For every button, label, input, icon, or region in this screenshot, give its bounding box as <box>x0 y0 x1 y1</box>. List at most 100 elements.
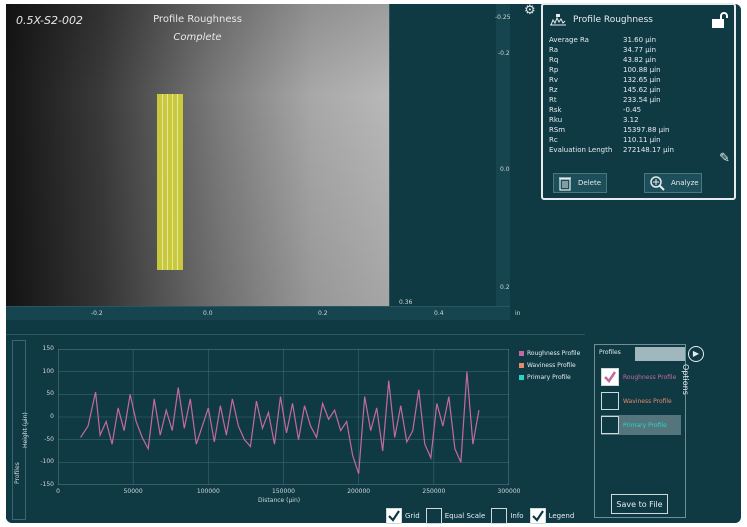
metric-value: 110.11 µin <box>623 136 661 144</box>
metric-key: RSm <box>549 126 566 134</box>
analyze-button[interactable]: Analyze <box>644 173 702 193</box>
metric-key: Rt <box>549 96 557 104</box>
toggle-info[interactable]: Info <box>491 508 524 524</box>
options-label[interactable]: Options <box>681 364 690 395</box>
x-axis-label: Distance (µin) <box>258 497 301 504</box>
legend-item: Roughness Profile <box>519 347 580 359</box>
viewport-title: Profile Roughness <box>153 14 242 25</box>
metric-value: 34.77 µin <box>623 46 657 54</box>
metric-row: Rv 132.65 µin <box>549 75 674 85</box>
legend-swatch <box>519 350 524 356</box>
y-tick-label: 150 <box>42 345 54 352</box>
profiles-tab[interactable]: Profiles <box>599 349 621 356</box>
delete-button-label: Delete <box>578 179 601 187</box>
metric-key: Evaluation Length <box>549 146 613 154</box>
profile-tool-icon <box>550 14 566 26</box>
metric-value: 233.54 µin <box>623 96 661 104</box>
hscale-tick: 0.4 <box>434 310 444 317</box>
metric-key: Rq <box>549 56 559 64</box>
scale-corner-value: 0.36 <box>399 299 413 306</box>
hscale-unit: in <box>515 310 521 317</box>
checkbox[interactable] <box>529 508 546 524</box>
side-profile-strip <box>389 4 510 306</box>
toggle-equal-scale[interactable]: Equal Scale <box>425 508 486 524</box>
legend-label: Waviness Profile <box>527 361 576 369</box>
options-expand-icon[interactable]: ▶ <box>688 346 704 362</box>
roughness-info-panel: Profile Roughness Average Ra 31.60 µin Ra 3… <box>541 3 736 200</box>
x-tick-label: 100000 <box>196 488 220 495</box>
metric-row: Ra 34.77 µin <box>549 45 674 55</box>
info-panel-title: Profile Roughness <box>573 15 653 25</box>
legend-label: Roughness Profile <box>527 349 581 357</box>
analyze-button-label: Analyze <box>671 179 699 187</box>
x-tick-label: 200000 <box>347 488 371 495</box>
pencil-icon[interactable]: ✎ <box>719 151 730 166</box>
options-panel: Profiles Roughness Profile Waviness Profi… <box>594 344 686 518</box>
toggle-grid[interactable]: Grid <box>386 508 420 524</box>
vscale-tick: 0.2 <box>500 284 510 291</box>
metric-value: 3.12 <box>623 116 639 124</box>
checkbox[interactable] <box>601 368 619 386</box>
metric-value: 145.62 µin <box>623 86 661 94</box>
y-axis-label: Height (µin) <box>22 412 29 448</box>
y-tick-label: 100 <box>42 367 54 375</box>
legend-item: Waviness Profile <box>519 359 580 371</box>
metric-value: 43.82 µin <box>623 56 657 64</box>
profiles-side-tab-label: Profiles <box>14 462 21 484</box>
vscale-tick: 0.0 <box>500 166 510 173</box>
x-tick-label: 250000 <box>422 488 446 495</box>
profile-toggle-primary[interactable]: Primary Profile <box>601 415 681 435</box>
legend-swatch <box>519 374 524 380</box>
y-tick-label: -100 <box>40 458 54 466</box>
metric-key: Ra <box>549 46 558 54</box>
legend-item: Primary Profile <box>519 371 580 383</box>
metric-key: Rku <box>549 116 563 124</box>
series-line-roughness <box>80 371 480 474</box>
profile-toggle-waviness[interactable]: Waviness Profile <box>601 391 681 411</box>
checkbox-label: Equal Scale <box>444 512 486 520</box>
checkbox[interactable] <box>601 392 619 410</box>
legend-label: Primary Profile <box>527 373 571 381</box>
profile-toggle-label: Waviness Profile <box>623 397 672 405</box>
checkbox-label: Info <box>510 512 524 520</box>
metric-key: Average Ra <box>549 36 589 44</box>
checkbox[interactable] <box>425 508 442 524</box>
y-tick-label: 50 <box>46 390 54 398</box>
x-tick-label: 0 <box>56 488 60 495</box>
viewport-shading <box>6 4 389 306</box>
metric-key: Rc <box>549 136 558 144</box>
metric-value: 132.65 µin <box>623 76 661 84</box>
toggle-legend[interactable]: Legend <box>529 508 574 524</box>
chart-display-options: Grid Equal Scale Info Legend <box>386 508 574 524</box>
x-tick-label: 50000 <box>123 488 143 495</box>
horizontal-scale: -0.2 0.0 0.2 0.4 in <box>6 306 520 320</box>
metric-key: Rz <box>549 86 558 94</box>
metric-value: 31.60 µin <box>623 36 657 44</box>
vscale-tick: -0.2 <box>498 50 510 57</box>
metrics-table: Average Ra 31.60 µin Ra 34.77 µin Rq 43.82 µi… <box>549 35 674 155</box>
delete-button[interactable]: Delete <box>553 173 607 193</box>
gear-icon[interactable]: ⚙ <box>524 4 538 18</box>
profile-selection-band[interactable] <box>157 94 183 270</box>
x-tick-label: 300000 <box>497 488 521 495</box>
unlock-icon[interactable] <box>710 11 728 29</box>
profile-toggle-label: Roughness Profile <box>623 373 677 381</box>
hscale-tick: 0.0 <box>203 310 213 317</box>
metric-row: Rku 3.12 <box>549 115 674 125</box>
checkbox-label: Grid <box>405 512 420 520</box>
metric-key: Rsk <box>549 106 562 114</box>
checkbox[interactable] <box>386 508 402 524</box>
viewport-status: Complete <box>173 32 222 43</box>
profile-toggle-roughness[interactable]: Roughness Profile <box>601 367 681 387</box>
metric-row: Evaluation Length 272148.17 µin <box>549 145 674 155</box>
legend-swatch <box>519 362 524 368</box>
save-to-file-button[interactable]: Save to File <box>611 494 668 514</box>
hscale-tick: -0.2 <box>91 310 103 317</box>
checkbox[interactable] <box>491 508 508 524</box>
checkbox[interactable] <box>601 416 619 434</box>
image-viewport[interactable]: 0.5X-S2-002 Profile Roughness Complete <box>6 4 389 306</box>
profile-toggle-label: Primary Profile <box>623 421 667 429</box>
x-tick-label: 150000 <box>272 488 295 495</box>
metric-value: -0.45 <box>623 106 642 114</box>
y-tick-label: 0 <box>50 413 54 420</box>
